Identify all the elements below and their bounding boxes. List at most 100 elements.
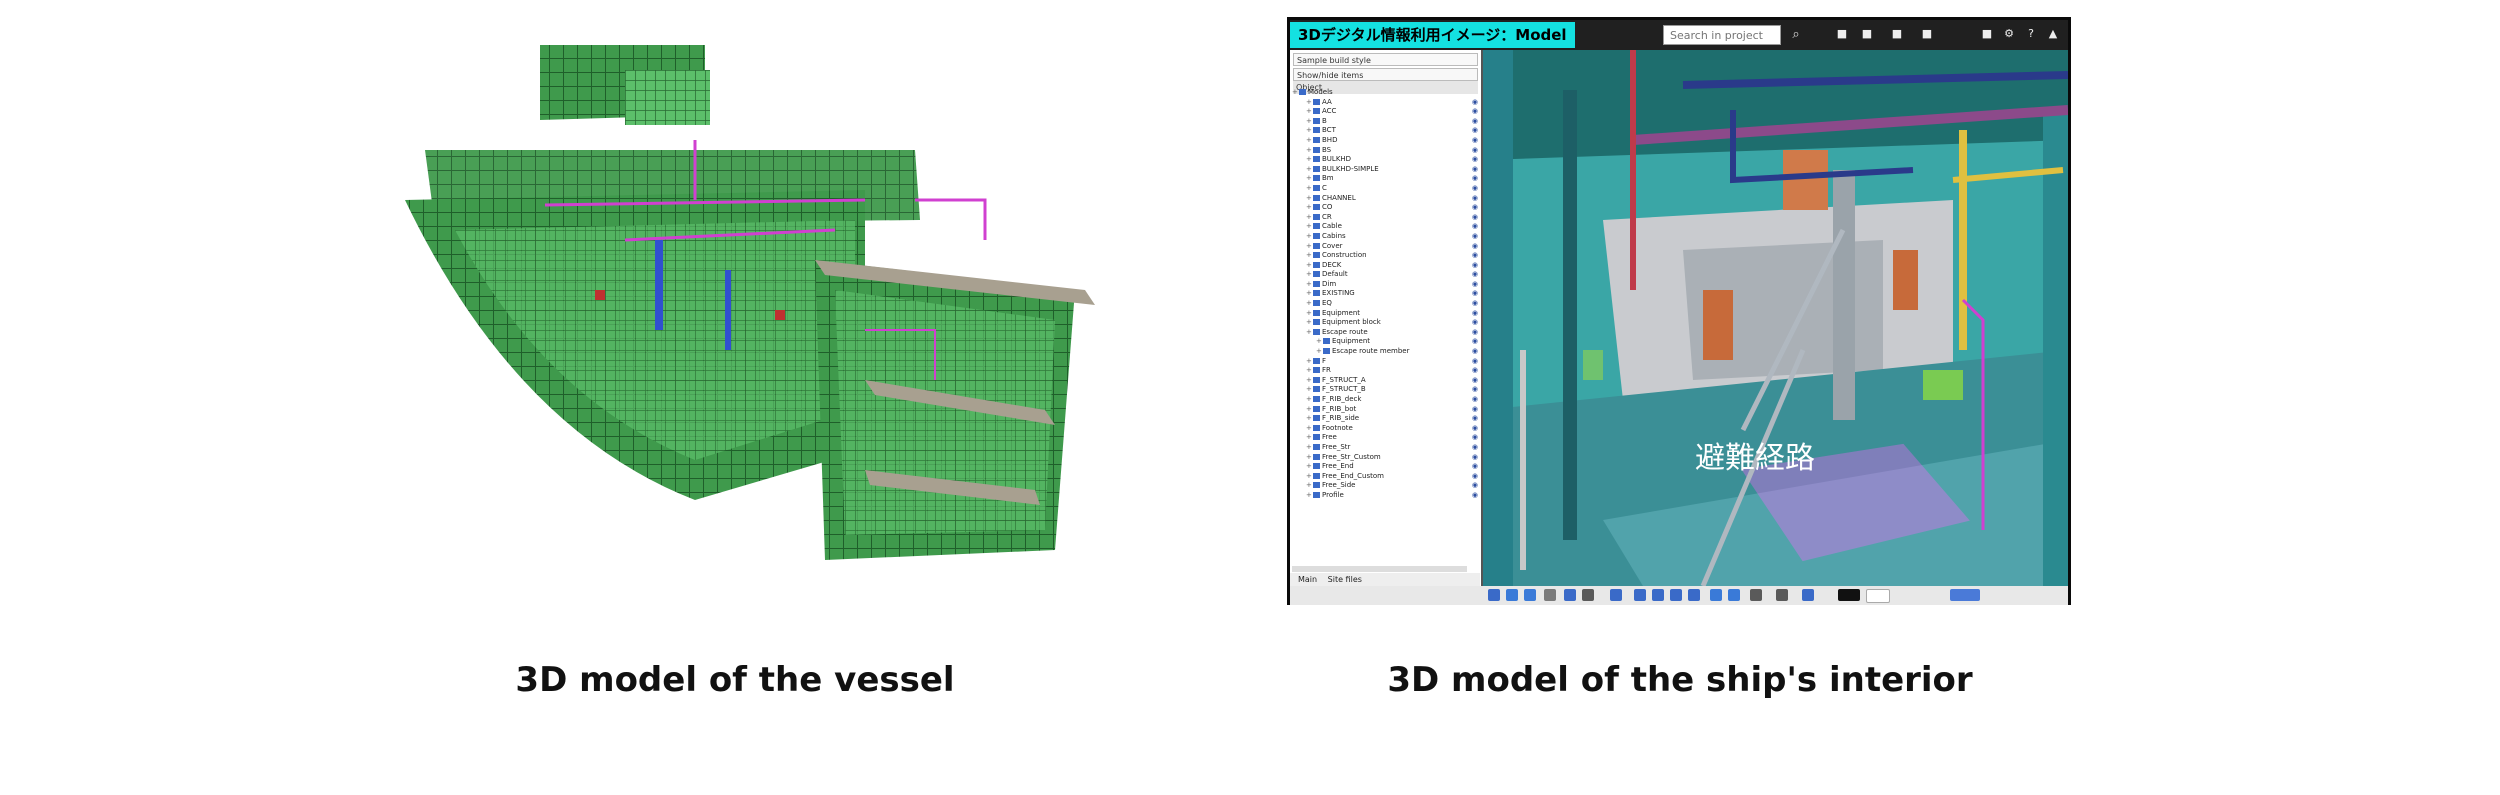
warning-icon[interactable]: ▲ [2046,27,2060,41]
expand-icon[interactable]: + [1306,232,1313,242]
markup-icon[interactable] [1652,589,1664,601]
expand-icon[interactable]: + [1306,309,1313,319]
expand-icon[interactable]: + [1306,405,1313,415]
fullscreen-icon[interactable]: ■ [1980,27,1994,41]
expand-icon[interactable]: + [1306,165,1313,175]
visibility-icon[interactable]: ◉ [1472,318,1478,328]
expand-icon[interactable]: + [1306,414,1313,424]
visibility-icon[interactable]: ◉ [1472,194,1478,204]
tree-item[interactable]: + CO ◉ [1292,203,1478,213]
rotate-icon[interactable] [1750,589,1762,601]
expand-icon[interactable]: + [1316,337,1323,347]
expand-icon[interactable]: + [1306,261,1313,271]
visibility-icon[interactable]: ◉ [1472,136,1478,146]
color-swatch-black[interactable] [1838,589,1860,601]
undo-icon[interactable] [1710,589,1722,601]
visibility-icon[interactable]: ◉ [1472,98,1478,108]
expand-icon[interactable]: + [1306,184,1313,194]
tree-item[interactable]: + Free_Str_Custom ◉ [1292,453,1478,463]
tree-item[interactable]: + F_RIB_side ◉ [1292,414,1478,424]
visibility-icon[interactable]: ◉ [1472,289,1478,299]
visibility-icon[interactable]: ◉ [1472,405,1478,415]
tree-item[interactable]: + Cabins ◉ [1292,232,1478,242]
redo-icon[interactable] [1728,589,1740,601]
expand-icon[interactable]: + [1306,289,1313,299]
visibility-icon[interactable]: ◉ [1472,385,1478,395]
visibility-icon[interactable]: ◉ [1472,107,1478,117]
expand-icon[interactable]: + [1292,88,1299,98]
tree-item[interactable]: + Free_End ◉ [1292,462,1478,472]
visibility-icon[interactable]: ◉ [1472,337,1478,347]
tree-item[interactable]: + Dim ◉ [1292,280,1478,290]
tree-item[interactable]: + Equipment block ◉ [1292,318,1478,328]
expand-icon[interactable]: + [1306,357,1313,367]
tools-icon[interactable] [1776,589,1788,601]
orbit-icon[interactable] [1544,589,1556,601]
visibility-icon[interactable]: ◉ [1472,213,1478,223]
tree-item[interactable]: + Default ◉ [1292,270,1478,280]
visibility-icon[interactable]: ◉ [1472,433,1478,443]
visibility-icon[interactable]: ◉ [1472,299,1478,309]
visibility-icon[interactable]: ◉ [1472,453,1478,463]
tree-item[interactable]: + B ◉ [1292,117,1478,127]
show-hide-select[interactable]: Show/hide items [1293,68,1478,81]
info-icon[interactable] [1802,589,1814,601]
tree-item[interactable]: + AA ◉ [1292,98,1478,108]
tree-item[interactable]: + BULKHD-SIMPLE ◉ [1292,165,1478,175]
expand-icon[interactable]: + [1306,462,1313,472]
expand-icon[interactable]: + [1306,376,1313,386]
visibility-icon[interactable]: ◉ [1472,242,1478,252]
expand-icon[interactable]: + [1306,299,1313,309]
pan-icon[interactable] [1564,589,1576,601]
expand-icon[interactable]: + [1306,280,1313,290]
tab-main[interactable]: Main [1298,575,1317,584]
visibility-icon[interactable]: ◉ [1472,424,1478,434]
visibility-icon[interactable]: ◉ [1472,491,1478,501]
expand-icon[interactable]: + [1306,328,1313,338]
expand-icon[interactable]: + [1316,347,1323,357]
build-style-select[interactable]: Sample build style [1293,53,1478,66]
back-icon[interactable] [1506,589,1518,601]
visibility-icon[interactable]: ◉ [1472,251,1478,261]
visibility-icon[interactable]: ◉ [1472,347,1478,357]
visibility-icon[interactable]: ◉ [1472,126,1478,136]
tree-item[interactable]: + Models [1292,88,1478,98]
expand-icon[interactable]: + [1306,136,1313,146]
expand-icon[interactable]: + [1306,194,1313,204]
expand-icon[interactable]: + [1306,242,1313,252]
settings-icon[interactable]: ⚙ [2002,27,2016,41]
tree-horizontal-scrollbar[interactable] [1292,566,1467,572]
tree-item[interactable]: + EXISTING ◉ [1292,289,1478,299]
tree-item[interactable]: + Cover ◉ [1292,242,1478,252]
expand-icon[interactable]: + [1306,433,1313,443]
expand-icon[interactable]: + [1306,481,1313,491]
visibility-icon[interactable]: ◉ [1472,232,1478,242]
tree-item[interactable]: + Footnote ◉ [1292,424,1478,434]
select-tool-icon[interactable] [1488,589,1500,601]
tree-item[interactable]: + DECK ◉ [1292,261,1478,271]
expand-icon[interactable]: + [1306,491,1313,501]
expand-icon[interactable]: + [1306,395,1313,405]
tree-item[interactable]: + CHANNEL ◉ [1292,194,1478,204]
forward-icon[interactable] [1524,589,1536,601]
visibility-icon[interactable]: ◉ [1472,443,1478,453]
interior-3d-view[interactable] [1483,50,2068,586]
expand-icon[interactable]: + [1306,424,1313,434]
tree-item[interactable]: + F_RIB_bot ◉ [1292,405,1478,415]
expand-icon[interactable]: + [1306,318,1313,328]
visibility-icon[interactable]: ◉ [1472,270,1478,280]
expand-icon[interactable]: + [1306,270,1313,280]
section-icon[interactable] [1634,589,1646,601]
visibility-icon[interactable]: ◉ [1472,146,1478,156]
expand-icon[interactable]: + [1306,366,1313,376]
expand-icon[interactable]: + [1306,98,1313,108]
layout-icon[interactable]: ■ [1860,27,1874,41]
view-icon[interactable]: ■ [1835,27,1849,41]
zoom-icon[interactable] [1582,589,1594,601]
tree-item[interactable]: + Cable ◉ [1292,222,1478,232]
tree-item[interactable]: + Free_End_Custom ◉ [1292,472,1478,482]
render-icon[interactable] [1688,589,1700,601]
visibility-icon[interactable]: ◉ [1472,376,1478,386]
expand-icon[interactable]: + [1306,453,1313,463]
expand-icon[interactable]: + [1306,213,1313,223]
